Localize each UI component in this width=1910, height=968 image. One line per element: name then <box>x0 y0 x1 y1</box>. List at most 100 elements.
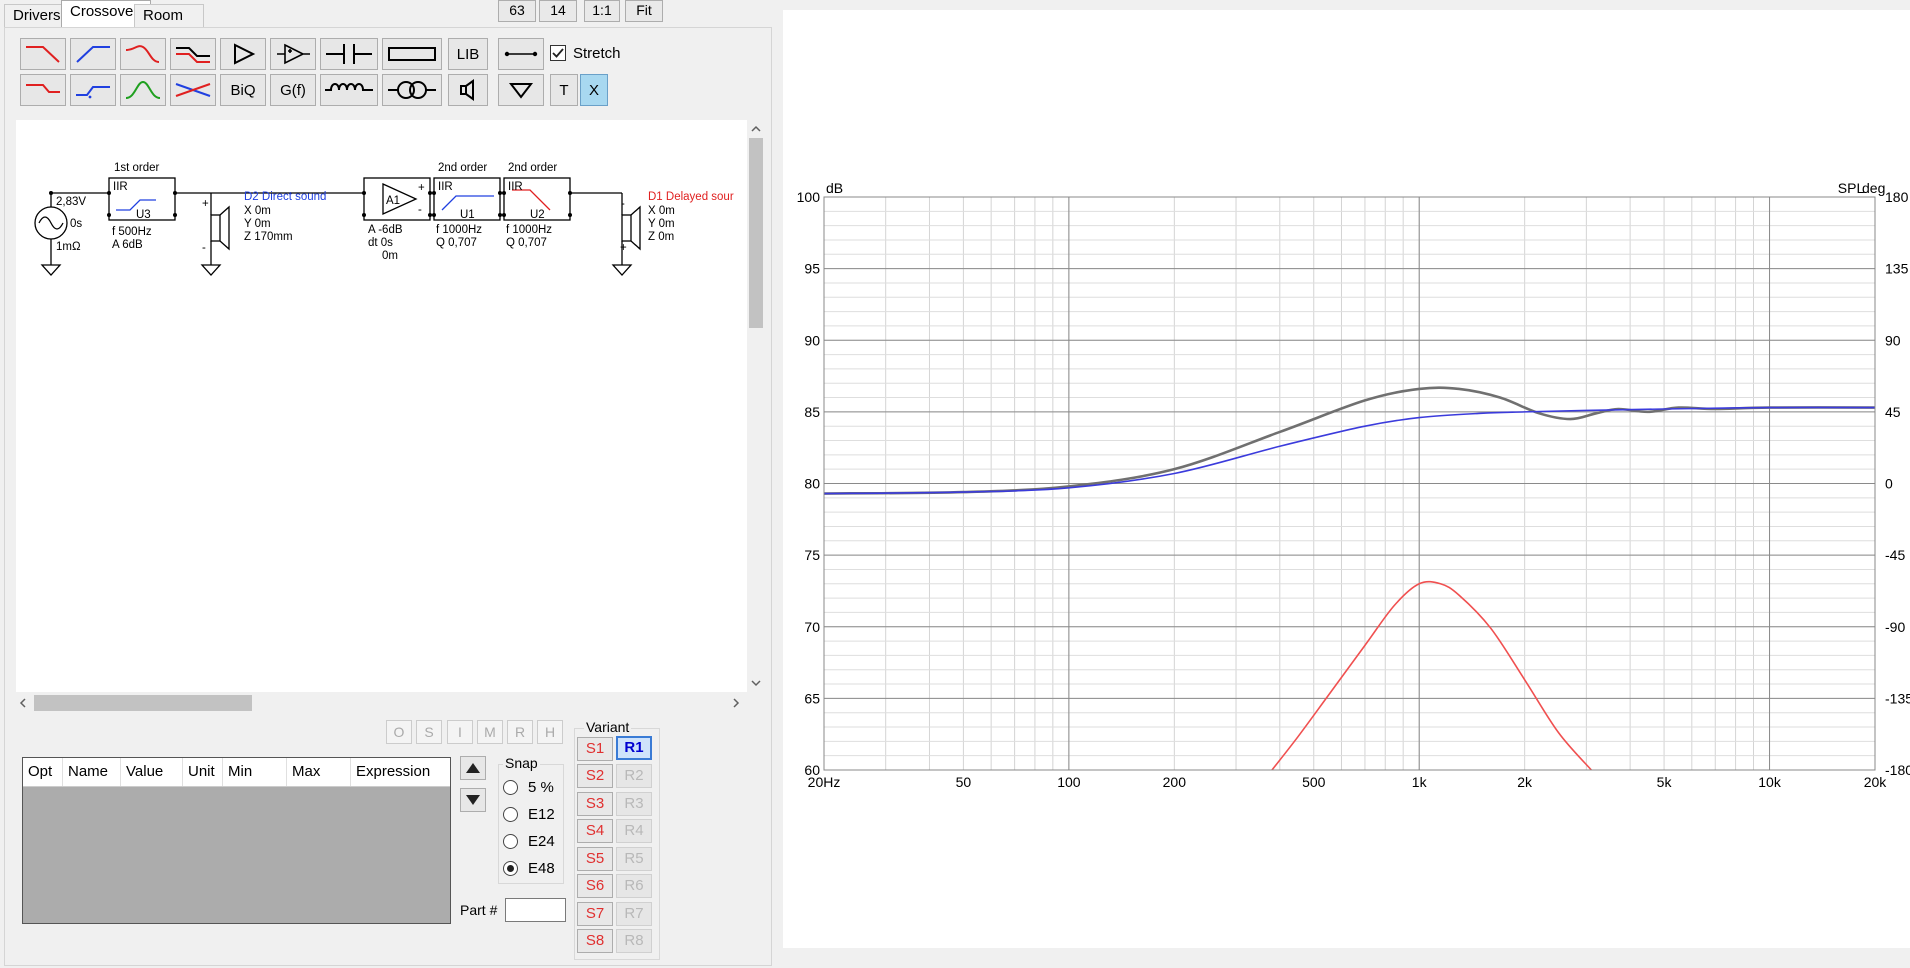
ground-button[interactable] <box>498 74 544 106</box>
move-down-button[interactable] <box>460 788 486 812</box>
amplifier-button[interactable] <box>220 38 266 70</box>
variant-s2-button[interactable]: S2 <box>577 764 613 788</box>
y2-tick-label: 0 <box>1885 476 1893 492</box>
optimize-m-button[interactable]: M <box>477 720 503 744</box>
variant-r8-button[interactable]: R8 <box>616 929 652 953</box>
radio-e24[interactable] <box>503 833 518 849</box>
vertical-scroll-thumb[interactable] <box>749 138 763 328</box>
scroll-up-icon[interactable] <box>751 125 761 132</box>
optimize-o-button[interactable]: O <box>386 720 412 744</box>
crossover-filter-button[interactable] <box>170 74 216 106</box>
variant-r1-button[interactable]: R1 <box>616 736 652 760</box>
transformer-button[interactable] <box>382 74 442 106</box>
optimize-i-button[interactable]: I <box>447 720 473 744</box>
optimize-s-button[interactable]: S <box>416 720 442 744</box>
delete-tool-button[interactable]: X <box>580 74 608 106</box>
source-delay: 0s <box>70 218 82 230</box>
biquad-button[interactable]: BiQ <box>220 74 266 106</box>
schematic-canvas[interactable]: 2,83V 0s 1mΩ 1st order IIR U3 f 500Hz A … <box>16 120 747 692</box>
variant-r3-button[interactable]: R3 <box>616 792 652 816</box>
optimize-r-button[interactable]: R <box>507 720 533 744</box>
u3-type: IIR <box>113 181 128 193</box>
col-expression[interactable]: Expression <box>351 758 450 786</box>
horizontal-scroll-thumb[interactable] <box>34 695 252 711</box>
zoom-14-button[interactable]: 14 <box>539 0 577 22</box>
scroll-down-icon[interactable] <box>751 680 761 687</box>
scroll-right-icon[interactable] <box>733 698 740 708</box>
snap-option-e48[interactable]: E48 <box>503 857 555 879</box>
variant-s1-button[interactable]: S1 <box>577 737 613 761</box>
variant-s5-button[interactable]: S5 <box>577 847 613 871</box>
radio-e12[interactable] <box>503 806 518 822</box>
shelf-icon <box>176 47 210 63</box>
move-up-button[interactable] <box>460 756 486 780</box>
col-unit[interactable]: Unit <box>183 758 223 786</box>
col-value[interactable]: Value <box>121 758 183 786</box>
col-max[interactable]: Max <box>287 758 351 786</box>
snap-option-5pct[interactable]: 5 % <box>503 776 554 798</box>
radio-e48[interactable] <box>503 860 518 876</box>
highpass2-filter-button[interactable] <box>70 74 116 106</box>
d1-name: D1 Delayed sour <box>648 191 734 203</box>
snap-option-e12[interactable]: E12 <box>503 803 555 825</box>
schematic-horizontal-scrollbar[interactable] <box>16 692 747 714</box>
part-number-label: Part # <box>460 902 498 918</box>
variant-s3-button[interactable]: S3 <box>577 792 613 816</box>
highpass-filter-button[interactable] <box>70 38 116 70</box>
delete-tool-label: X <box>588 81 599 99</box>
lowpass2-filter-button[interactable] <box>20 74 66 106</box>
variant-r7-button[interactable]: R7 <box>616 902 652 926</box>
capacitor-button[interactable] <box>320 38 378 70</box>
col-opt[interactable]: Opt <box>23 758 63 786</box>
spl-chart[interactable]: 100 18095 13590 9085 4580 075 -4570 -9065 -13560… <box>783 10 1910 948</box>
scroll-left-icon[interactable] <box>19 698 26 708</box>
variant-s8-button[interactable]: S8 <box>577 929 613 953</box>
biquad-label: BiQ <box>230 81 256 99</box>
y-tick-label: 95 <box>804 261 820 277</box>
chart-title: SPL <box>1838 180 1865 196</box>
variant-r5-button[interactable]: R5 <box>616 847 652 871</box>
bandpass-filter-button[interactable] <box>120 74 166 106</box>
radio-5pct[interactable] <box>503 779 518 795</box>
x-tick-label: 500 <box>1302 774 1326 790</box>
transfer-function-button[interactable]: G(f) <box>270 74 316 106</box>
d1-z: Z 0m <box>648 231 674 243</box>
variant-r6-button[interactable]: R6 <box>616 874 652 898</box>
schematic-vertical-scrollbar[interactable] <box>747 120 765 692</box>
col-min[interactable]: Min <box>223 758 287 786</box>
resistor-button[interactable] <box>382 38 442 70</box>
variant-s6-button[interactable]: S6 <box>577 874 613 898</box>
parameter-grid[interactable]: Opt Name Value Unit Min Max Expression <box>22 757 451 924</box>
part-number-input[interactable] <box>505 898 566 922</box>
variant-r2-button[interactable]: R2 <box>616 764 652 788</box>
lowpass-red-icon <box>26 46 60 63</box>
y2-tick-label: 135 <box>1885 261 1909 277</box>
zoom-63-button[interactable]: 63 <box>498 0 536 22</box>
lowpass-filter-button[interactable] <box>20 38 66 70</box>
col-name[interactable]: Name <box>63 758 121 786</box>
transformer-icon <box>388 81 436 99</box>
inductor-button[interactable] <box>320 74 378 106</box>
variant-s7-button[interactable]: S7 <box>577 902 613 926</box>
lowpass-peak-filter-button[interactable] <box>120 38 166 70</box>
wire-icon <box>504 51 538 57</box>
u2-name: U2 <box>530 209 545 221</box>
variant-s4-button[interactable]: S4 <box>577 819 613 843</box>
y2-tick-label: -90 <box>1885 619 1905 635</box>
opamp-button[interactable] <box>270 38 316 70</box>
zoom-fit-button[interactable]: Fit <box>625 0 663 22</box>
driver-button[interactable] <box>448 74 488 106</box>
text-tool-button[interactable]: T <box>550 74 578 106</box>
variant-r4-button[interactable]: R4 <box>616 819 652 843</box>
u1-freq: f 1000Hz <box>436 224 482 236</box>
optimize-h-button[interactable]: H <box>537 720 563 744</box>
tab-room[interactable]: Room <box>134 4 204 29</box>
d2-plus: + <box>202 198 209 210</box>
snap-option-e24[interactable]: E24 <box>503 830 555 852</box>
library-button[interactable]: LIB <box>448 38 488 70</box>
shelf-filter-button[interactable] <box>170 38 216 70</box>
x-tick-label: 1k <box>1412 774 1428 790</box>
stretch-checkbox[interactable] <box>550 45 566 61</box>
zoom-1to1-button[interactable]: 1:1 <box>584 0 620 22</box>
wire-button[interactable] <box>498 38 544 70</box>
